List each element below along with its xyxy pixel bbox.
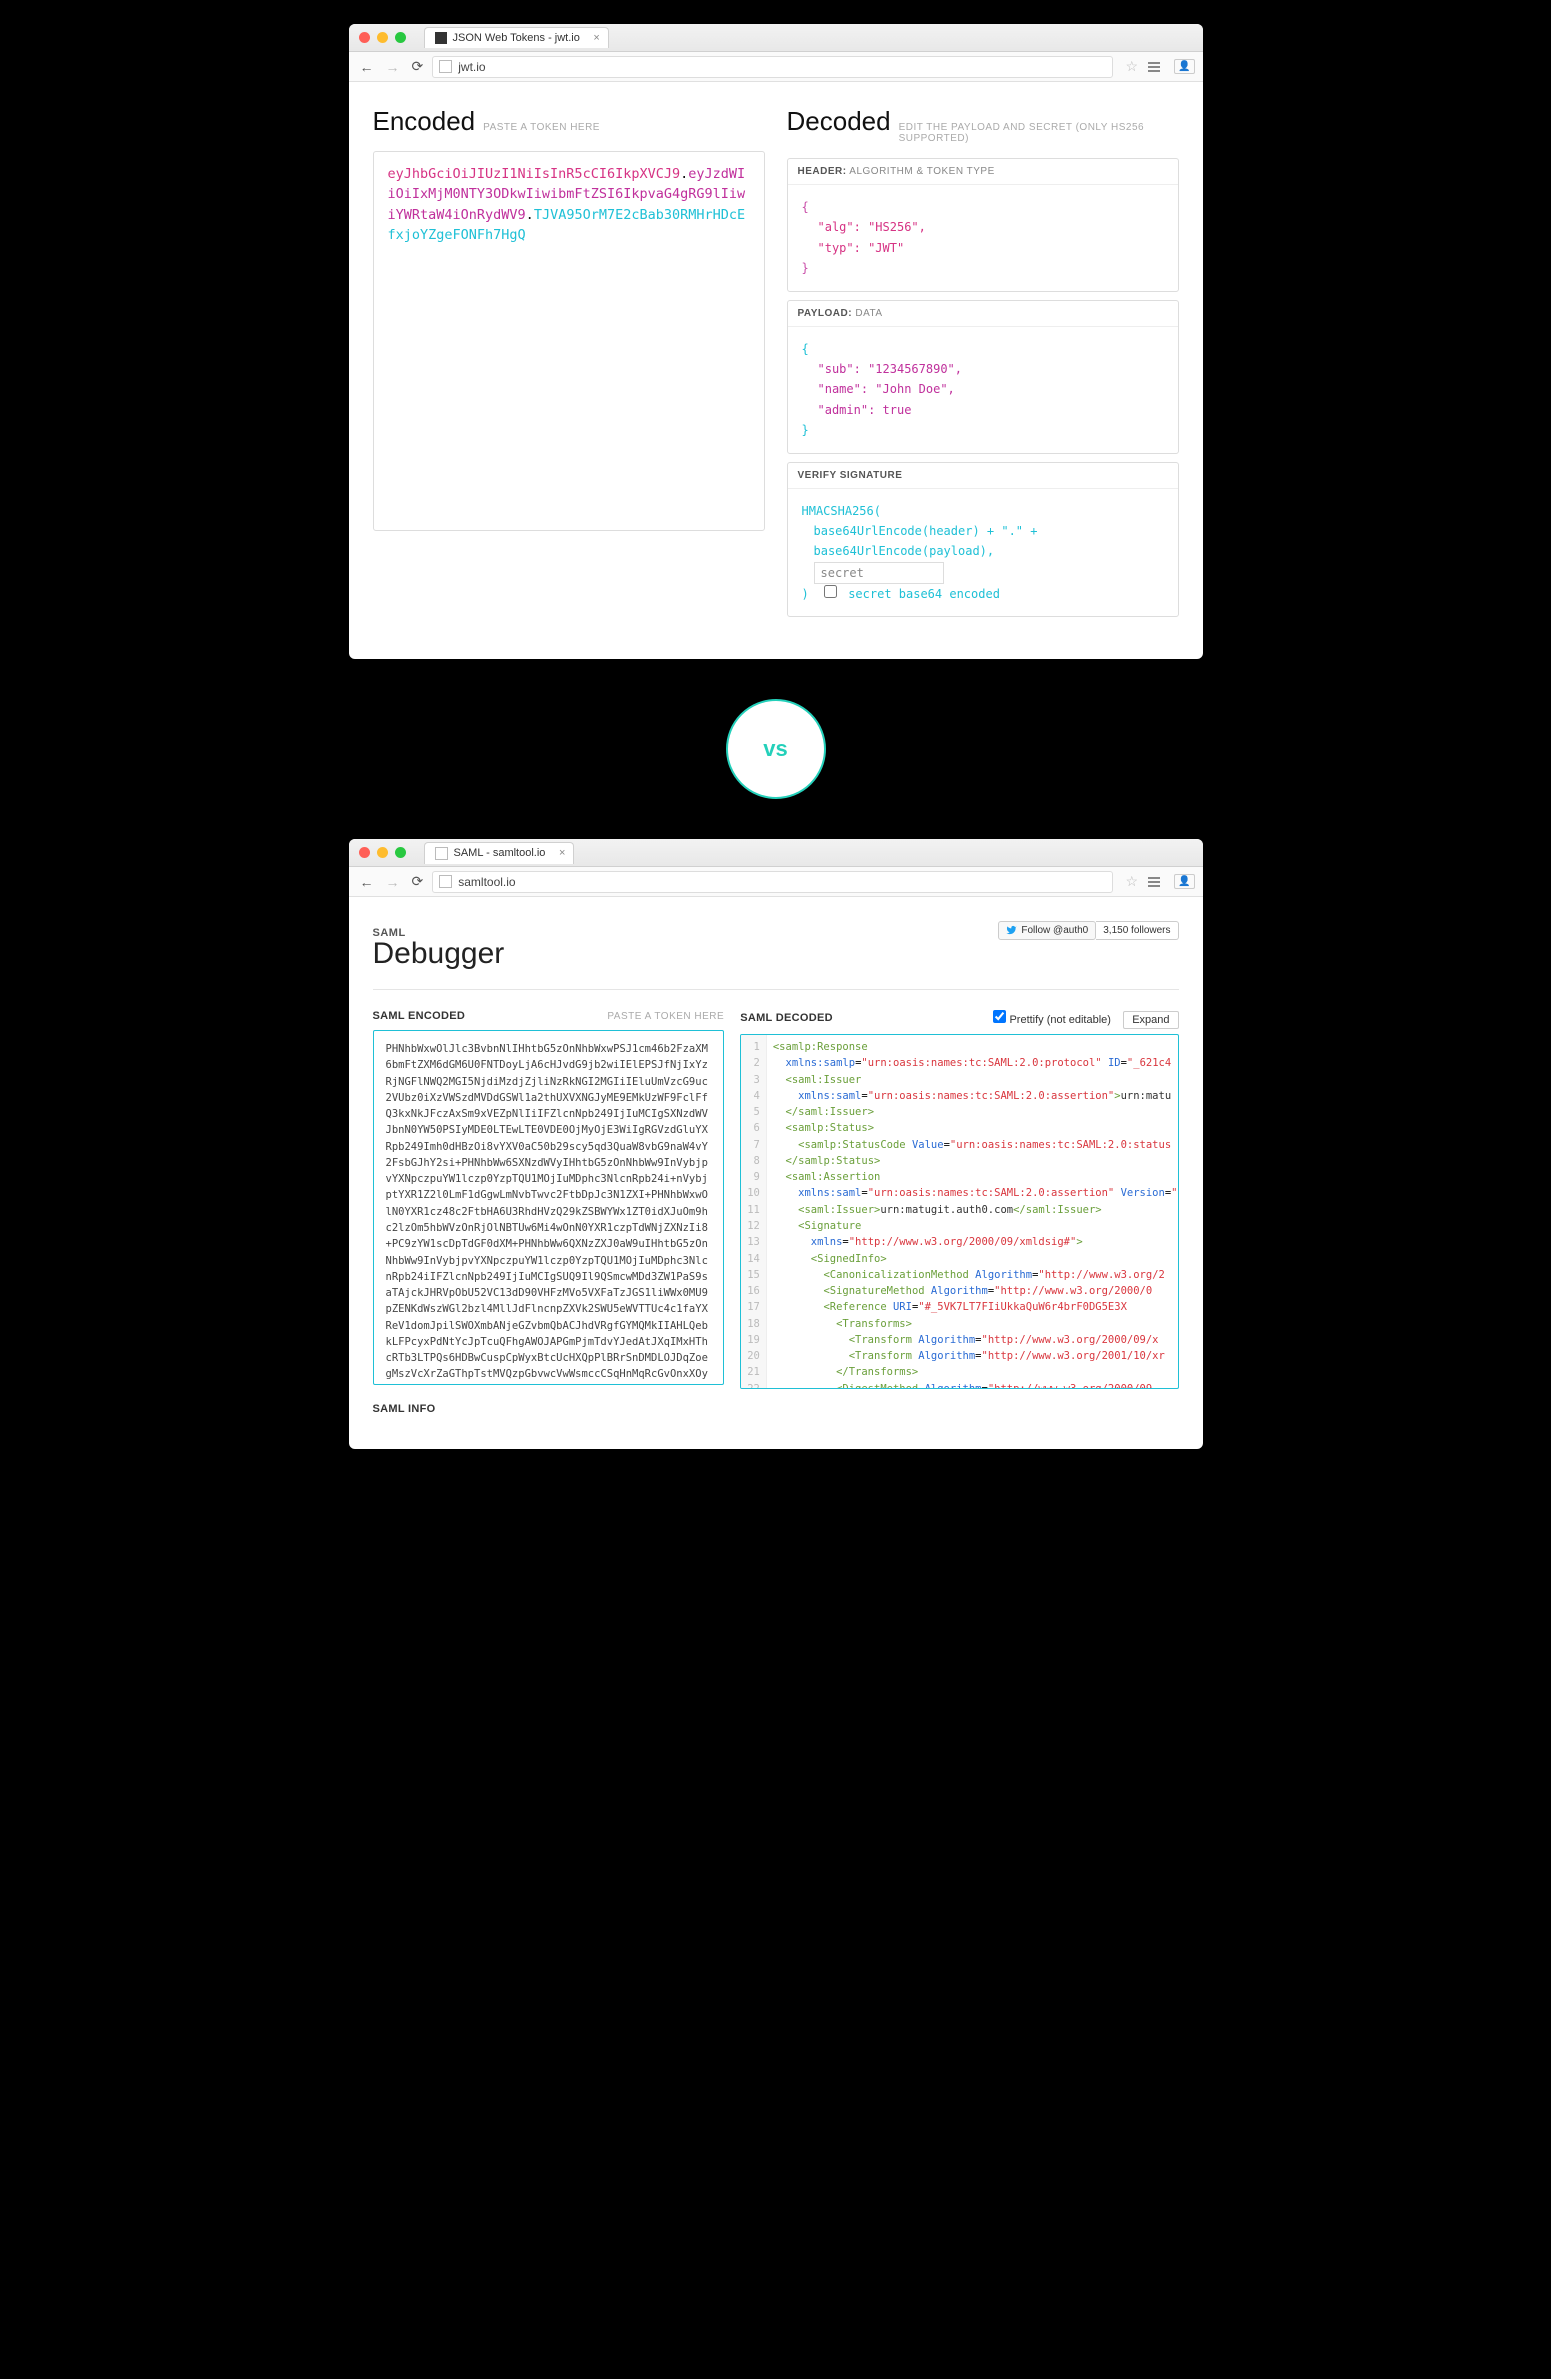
- menu-icon[interactable]: [1144, 873, 1164, 891]
- close-window-button[interactable]: [359, 32, 370, 43]
- reload-button[interactable]: ⟳: [409, 58, 427, 75]
- close-tab-icon[interactable]: ×: [593, 32, 599, 44]
- tab-title: SAML - samltool.io: [454, 847, 546, 859]
- divider: [373, 989, 1179, 990]
- token-header-segment: eyJhbGciOiJIUzI1NiIsInR5cCI6IkpXVCJ9: [388, 166, 681, 182]
- window-controls: [359, 32, 406, 43]
- url-input[interactable]: jwt.io: [432, 56, 1113, 78]
- base64-checkbox[interactable]: [824, 585, 837, 598]
- titlebar: SAML - samltool.io ×: [349, 839, 1203, 867]
- payload-panel: PAYLOAD: DATA { "sub": "1234567890", "na…: [787, 300, 1179, 454]
- prettify-label: Prettify (not editable): [1009, 1014, 1111, 1026]
- saml-decoded-heading: SAML DECODED: [740, 1012, 833, 1024]
- saml-encoded-input[interactable]: PHNhbWxwOlJlc3BvbnNlIHhtbG5zOnNhbWxwPSJ1…: [373, 1030, 725, 1385]
- forward-button[interactable]: →: [383, 874, 403, 890]
- favicon-icon: [435, 32, 447, 44]
- maximize-window-button[interactable]: [395, 32, 406, 43]
- window-controls: [359, 847, 406, 858]
- encoded-heading: Encoded: [373, 106, 476, 137]
- vs-badge: vs: [726, 699, 826, 799]
- header-panel-sub: ALGORITHM & TOKEN TYPE: [847, 166, 995, 177]
- reload-button[interactable]: ⟳: [409, 873, 427, 890]
- prettify-checkbox[interactable]: [993, 1010, 1006, 1023]
- user-icon[interactable]: 👤: [1174, 59, 1194, 74]
- saml-page-title: Debugger: [373, 937, 505, 971]
- twitter-icon: [1006, 925, 1017, 936]
- expand-button[interactable]: Expand: [1123, 1011, 1178, 1029]
- minimize-window-button[interactable]: [377, 847, 388, 858]
- saml-encoded-heading: SAML ENCODED: [373, 1010, 466, 1022]
- page-icon: [439, 875, 452, 888]
- saml-page-content: SAML Debugger Follow @auth0 3,150 follow…: [349, 897, 1203, 1449]
- close-tab-icon[interactable]: ×: [559, 847, 565, 859]
- header-panel-label: HEADER:: [798, 166, 847, 177]
- back-button[interactable]: ←: [357, 874, 377, 890]
- toolbar: ← → ⟳ samltool.io ☆ 👤: [349, 867, 1203, 897]
- saml-decoded-viewer[interactable]: 1234567891011121314151617181920212223242…: [740, 1034, 1178, 1389]
- decoded-hint: EDIT THE PAYLOAD AND SECRET (ONLY HS256 …: [899, 122, 1179, 144]
- close-window-button[interactable]: [359, 847, 370, 858]
- payload-panel-sub: DATA: [852, 308, 882, 319]
- xml-code: <samlp:Response xmlns:samlp="urn:oasis:n…: [767, 1035, 1178, 1388]
- forward-button[interactable]: →: [383, 59, 403, 75]
- secret-input[interactable]: [814, 562, 944, 584]
- url-text: samltool.io: [458, 875, 515, 889]
- encoded-token-input[interactable]: eyJhbGciOiJIUzI1NiIsInR5cCI6IkpXVCJ9.eyJ…: [373, 151, 765, 531]
- bookmark-icon[interactable]: ☆: [1125, 58, 1138, 75]
- titlebar: JSON Web Tokens - jwt.io ×: [349, 24, 1203, 52]
- favicon-icon: [435, 847, 448, 860]
- twitter-follow: Follow @auth0 3,150 followers: [998, 921, 1178, 940]
- tab-title: JSON Web Tokens - jwt.io: [453, 32, 580, 44]
- bookmark-icon[interactable]: ☆: [1125, 873, 1138, 890]
- follow-button[interactable]: Follow @auth0: [998, 921, 1096, 940]
- saml-info-heading: SAML INFO: [373, 1403, 725, 1415]
- maximize-window-button[interactable]: [395, 847, 406, 858]
- menu-icon[interactable]: [1144, 58, 1164, 76]
- signature-panel: VERIFY SIGNATURE HMACSHA256( base64UrlEn…: [787, 462, 1179, 618]
- signature-body: HMACSHA256( base64UrlEncode(header) + ".…: [788, 489, 1178, 617]
- header-panel: HEADER: ALGORITHM & TOKEN TYPE { "alg": …: [787, 158, 1179, 292]
- page-icon: [439, 60, 452, 73]
- minimize-window-button[interactable]: [377, 32, 388, 43]
- jwt-browser-window: JSON Web Tokens - jwt.io × ← → ⟳ jwt.io …: [349, 24, 1203, 659]
- browser-tab[interactable]: SAML - samltool.io ×: [424, 842, 575, 864]
- base64-label: secret base64 encoded: [848, 587, 1000, 601]
- payload-json[interactable]: { "sub": "1234567890", "name": "John Doe…: [788, 327, 1178, 453]
- header-json[interactable]: { "alg": "HS256", "typ": "JWT" }: [788, 185, 1178, 291]
- follower-count: 3,150 followers: [1096, 921, 1178, 940]
- signature-panel-label: VERIFY SIGNATURE: [798, 470, 903, 481]
- saml-browser-window: SAML - samltool.io × ← → ⟳ samltool.io ☆…: [349, 839, 1203, 1449]
- line-gutter: 1234567891011121314151617181920212223242…: [741, 1035, 767, 1388]
- jwt-page-content: Encoded PASTE A TOKEN HERE eyJhbGciOiJIU…: [349, 82, 1203, 659]
- encoded-hint: PASTE A TOKEN HERE: [483, 122, 600, 133]
- url-text: jwt.io: [458, 60, 485, 74]
- decoded-heading: Decoded: [787, 106, 891, 137]
- saml-encoded-hint: PASTE A TOKEN HERE: [607, 1011, 724, 1022]
- url-input[interactable]: samltool.io: [432, 871, 1113, 893]
- back-button[interactable]: ←: [357, 59, 377, 75]
- payload-panel-label: PAYLOAD:: [798, 308, 853, 319]
- toolbar: ← → ⟳ jwt.io ☆ 👤: [349, 52, 1203, 82]
- browser-tab[interactable]: JSON Web Tokens - jwt.io ×: [424, 27, 609, 48]
- user-icon[interactable]: 👤: [1174, 874, 1194, 889]
